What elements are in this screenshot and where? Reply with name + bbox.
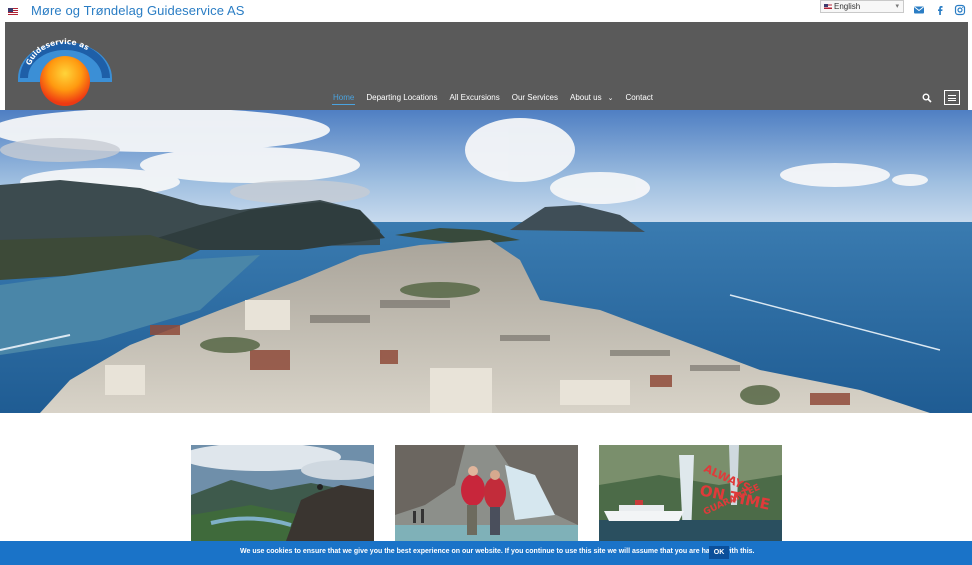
nav-about-us-label: About us — [569, 93, 602, 102]
chevron-down-icon: ⌄ — [607, 95, 614, 102]
nav-all-excursions[interactable]: All Excursions — [449, 93, 501, 105]
nav-home[interactable]: Home — [332, 93, 356, 105]
card-image-couple-at-glacier[interactable] — [395, 445, 578, 541]
guarantee-stamp: ALWAYS ON TIME GUARANTEE — [698, 462, 772, 518]
search-icon[interactable] — [922, 93, 932, 103]
cookie-consent-bar: We use cookies to ensure that we give yo… — [0, 541, 972, 565]
instagram-icon[interactable] — [954, 4, 966, 16]
hero-image-alesund — [0, 110, 972, 413]
cookie-ok-button[interactable]: OK — [709, 546, 729, 559]
card-cruise-ship-waterfall[interactable]: ALWAYS ON TIME GUARANTEE — [599, 445, 782, 541]
us-flag-icon — [824, 4, 832, 9]
cookie-message: We use cookies to ensure that we give yo… — [240, 548, 755, 555]
nav-departing-locations[interactable]: Departing Locations — [365, 93, 438, 105]
nav-our-services[interactable]: Our Services — [511, 93, 559, 105]
nav-contact[interactable]: Contact — [624, 93, 654, 105]
facebook-icon[interactable] — [934, 4, 946, 16]
main-navbar: Guideservice as Home Departing Locations… — [5, 22, 968, 110]
language-label: English — [834, 2, 861, 11]
us-flag-icon — [8, 8, 18, 15]
primary-nav: Home Departing Locations All Excursions … — [332, 93, 654, 105]
hamburger-menu-button[interactable] — [944, 90, 960, 105]
top-bar: Møre og Trøndelag Guideservice AS Englis… — [0, 0, 972, 22]
site-title[interactable]: Møre og Trøndelag Guideservice AS — [31, 3, 245, 18]
language-select[interactable]: English ▾ — [820, 0, 904, 13]
company-logo[interactable]: Guideservice as — [15, 34, 115, 116]
nav-about-us[interactable]: About us ⌄ — [569, 93, 614, 105]
chevron-down-icon: ▾ — [895, 3, 899, 10]
envelope-icon[interactable] — [913, 4, 925, 16]
card-image-mountain-viewpoint[interactable] — [191, 445, 374, 541]
